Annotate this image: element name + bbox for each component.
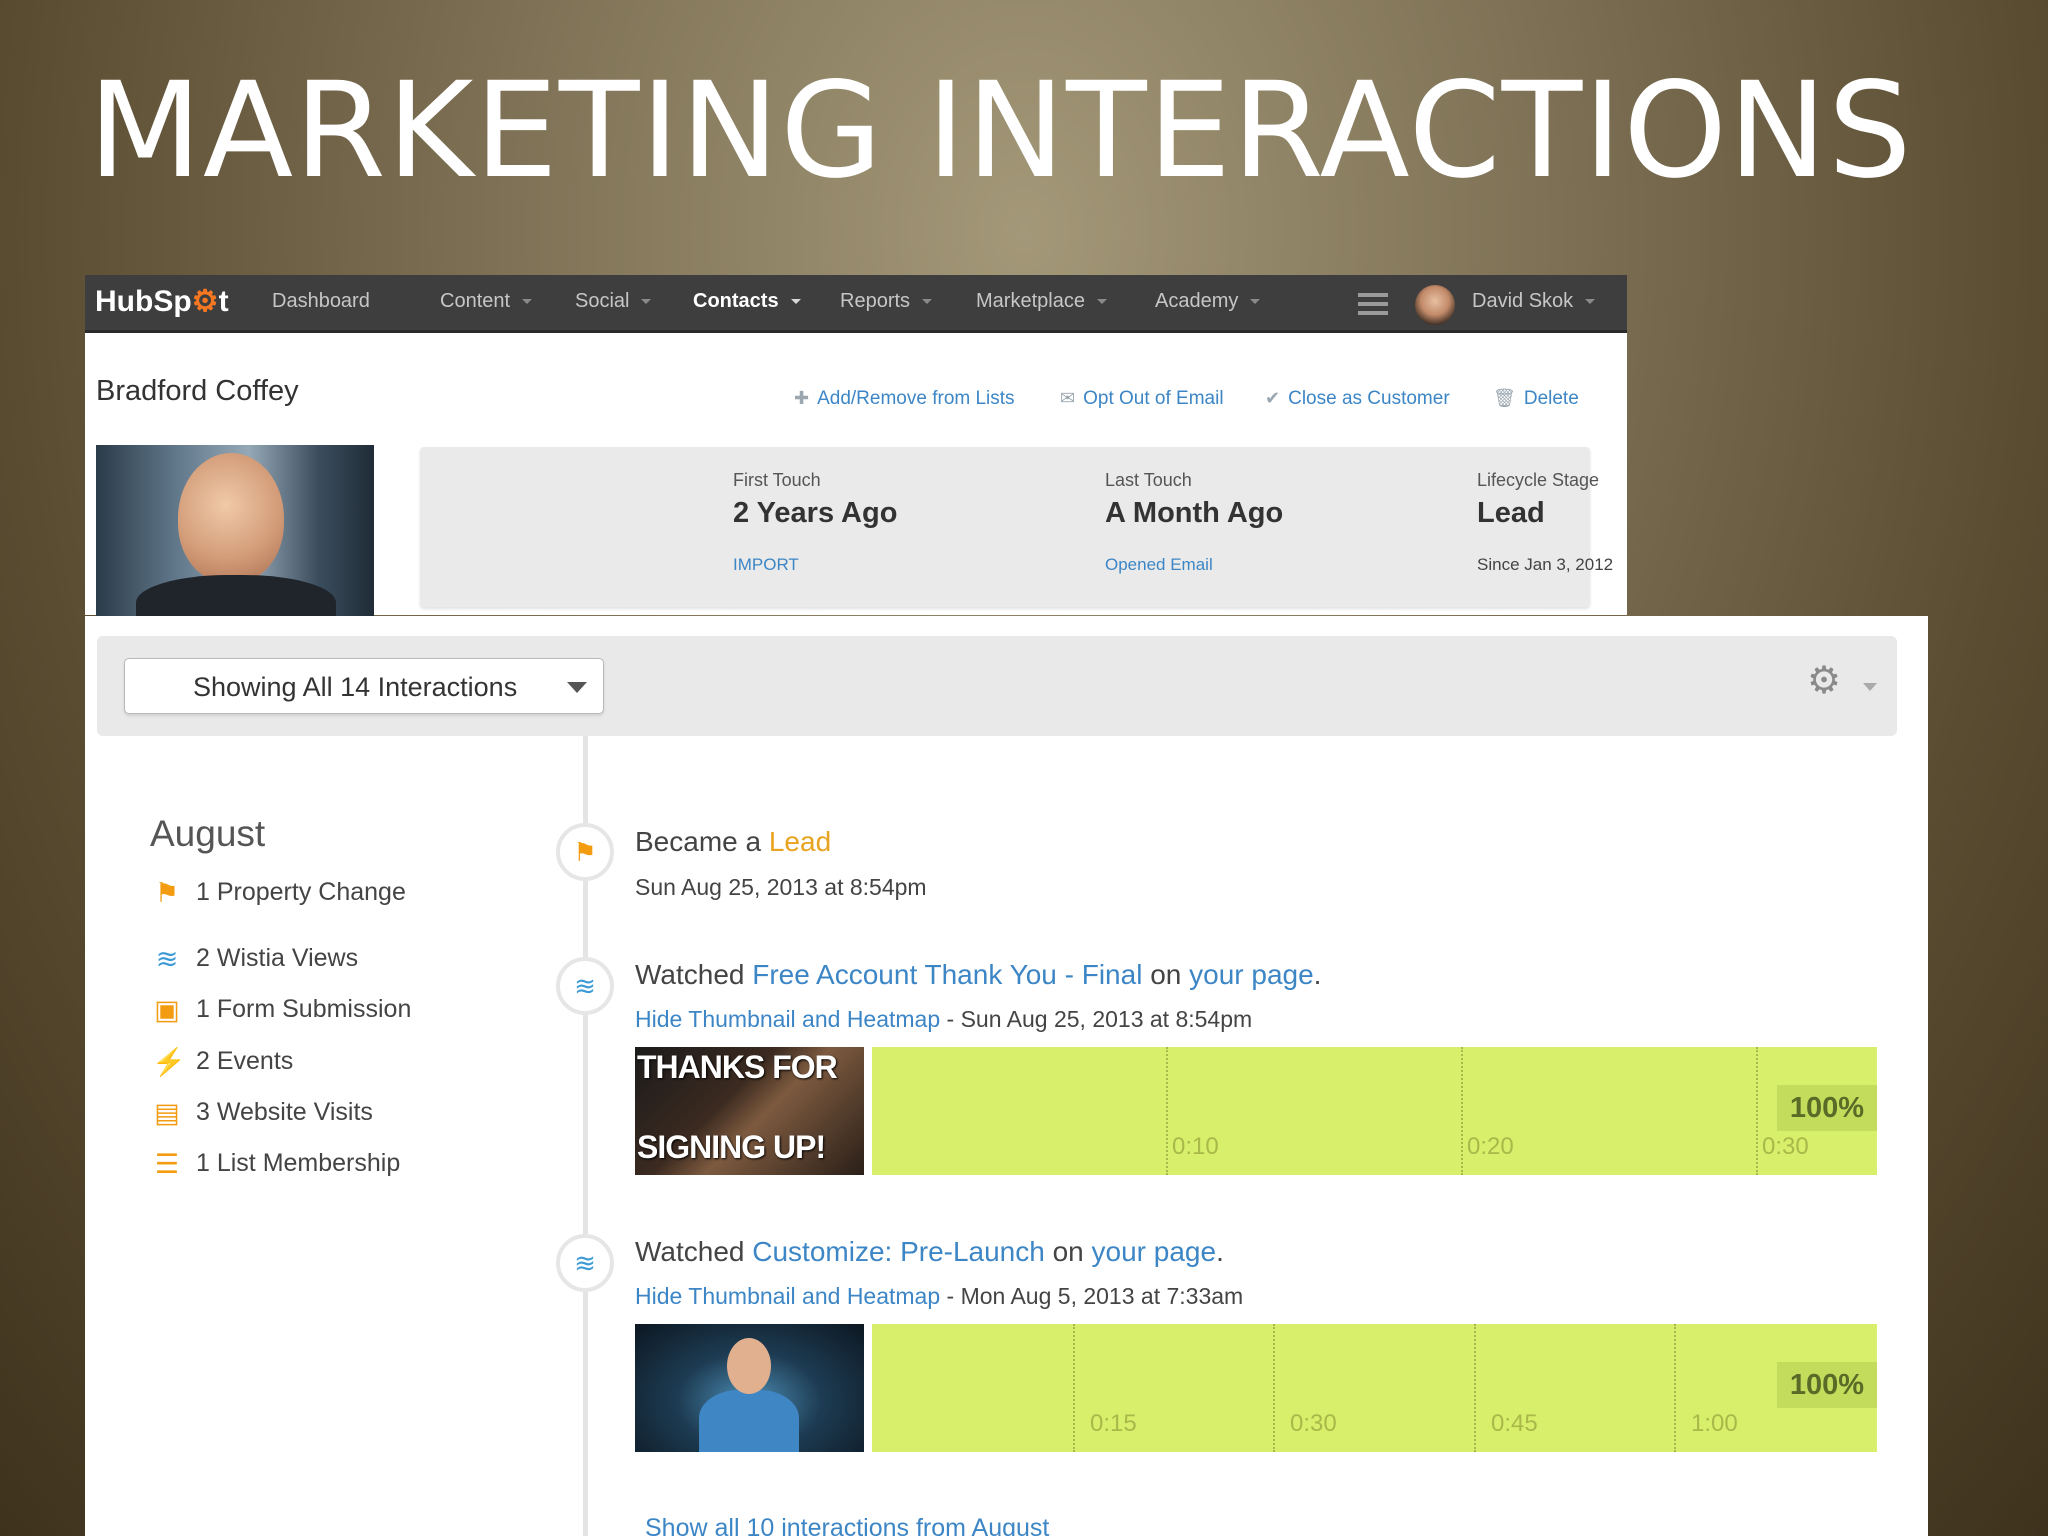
heatmap-tick: 0:45 [1491,1410,1538,1437]
nav-content[interactable]: Content [440,290,533,313]
hide-thumbnail-heatmap-link[interactable]: Hide Thumbnail and Heatmap [635,1283,940,1309]
heatmap-tick: 0:30 [1762,1133,1809,1160]
first-touch-label: First Touch [733,470,821,490]
gear-icon[interactable]: ⚙ [1807,662,1841,700]
last-touch-label: Last Touch [1105,470,1192,490]
browser-icon: ▤ [154,1098,180,1128]
nav-dashboard[interactable]: Dashboard [272,290,370,313]
top-nav-bar: HubSp⚙t Dashboard Content Social Contact… [85,275,1627,333]
heatmap-tick: 0:30 [1290,1410,1337,1437]
wistia-icon: ≋ [155,944,179,974]
nav-academy[interactable]: Academy [1155,290,1261,313]
video-thumbnail[interactable]: THANKS FOR SIGNING UP! [635,1047,864,1175]
nav-social[interactable]: Social [575,290,652,313]
video-heatmap: 0:15 0:30 0:45 1:00 100% [872,1324,1877,1452]
chevron-down-icon [641,299,652,305]
opt-out-email-link[interactable]: ✉ Opt Out of Email [1060,388,1224,410]
contact-name: Bradford Coffey [96,375,299,407]
lifecycle-stage-label: Lifecycle Stage [1477,470,1600,490]
trash-icon: 🗑 [1493,388,1516,408]
chevron-down-icon [922,299,933,305]
lightning-icon: ⚡ [152,1047,186,1077]
chevron-down-icon [1096,299,1107,305]
filter-bar: Showing All 14 Interactions ⚙ [97,636,1897,736]
heatmap-tick: 0:10 [1172,1133,1219,1160]
event-timestamp: Sun Aug 25, 2013 at 8:54pm [635,874,927,900]
add-remove-lists-link[interactable]: ✚ Add/Remove from Lists [794,388,1015,410]
first-touch-value: 2 Years Ago [733,497,898,529]
interactions-panel: Showing All 14 Interactions ⚙ August ⚑ 1… [85,616,1928,1536]
event-timestamp: Hide Thumbnail and Heatmap - Mon Aug 5, … [635,1283,1244,1309]
form-icon: ▣ [154,995,180,1025]
menu-icon[interactable] [1358,293,1388,320]
show-all-interactions-link[interactable]: Show all 10 interactions from August [645,1514,1049,1536]
flag-icon: ⚑ [556,823,614,881]
sprocket-icon: ⚙ [191,285,219,318]
envelope-icon: ✉ [1060,388,1076,408]
chevron-down-icon [1585,299,1596,305]
contact-photo [96,445,374,616]
filter-label: Showing All 14 Interactions [193,672,518,702]
flag-icon: ⚑ [154,878,180,908]
heatmap-tick: 0:15 [1090,1410,1137,1437]
page-link[interactable]: your page [1092,1236,1217,1267]
wistia-icon: ≋ [556,1234,614,1292]
chevron-down-icon [790,299,801,305]
chevron-down-icon [522,299,533,305]
nav-contacts[interactable]: Contacts [693,290,801,313]
video-link[interactable]: Free Account Thank You - Final [752,959,1142,990]
nav-marketplace[interactable]: Marketplace [976,290,1107,313]
heatmap-tick: 1:00 [1691,1410,1738,1437]
page-link[interactable]: your page [1189,959,1314,990]
touch-summary: First Touch 2 Years Ago IMPORT Last Touc… [420,447,1613,607]
watched-percent: 100% [1777,1085,1877,1131]
plus-icon: ✚ [794,388,810,408]
lifecycle-lead-link[interactable]: Lead [769,826,831,857]
last-touch-source-link[interactable]: Opened Email [1105,555,1213,575]
interactions-filter-dropdown[interactable]: Showing All 14 Interactions [124,658,604,714]
event-title: Watched Free Account Thank You - Final o… [635,959,1322,990]
event-timestamp: Hide Thumbnail and Heatmap - Sun Aug 25,… [635,1006,1253,1032]
slide-title: MARKETING INTERACTIONS [88,54,1913,208]
heatmap-tick: 0:20 [1467,1133,1514,1160]
contact-header-panel: HubSp⚙t Dashboard Content Social Contact… [85,275,1627,616]
watched-percent: 100% [1777,1362,1877,1408]
event-title: Watched Customize: Pre-Launch on your pa… [635,1236,1224,1267]
first-touch-source-link[interactable]: IMPORT [733,555,799,575]
user-menu[interactable]: David Skok [1472,290,1596,313]
nav-reports[interactable]: Reports [840,290,933,313]
chevron-down-icon [1250,299,1261,305]
wistia-icon: ≋ [556,957,614,1015]
video-thumbnail[interactable] [635,1324,864,1452]
user-avatar[interactable] [1415,285,1455,325]
video-link[interactable]: Customize: Pre-Launch [752,1236,1045,1267]
hubspot-logo[interactable]: HubSp⚙t [95,284,229,319]
hide-thumbnail-heatmap-link[interactable]: Hide Thumbnail and Heatmap [635,1006,940,1032]
last-touch-value: A Month Ago [1105,497,1284,529]
lifecycle-stage-since: Since Jan 3, 2012 [1477,555,1614,574]
check-icon: ✔ [1265,388,1281,408]
chevron-down-icon [567,682,587,693]
month-heading: August [150,813,266,854]
video-heatmap: 0:10 0:20 0:30 100% [872,1047,1877,1175]
event-title: Became a Lead [635,826,832,857]
lifecycle-stage-value: Lead [1477,497,1545,529]
chevron-down-icon[interactable] [1863,683,1877,691]
delete-link[interactable]: 🗑 Delete [1493,388,1579,410]
close-as-customer-link[interactable]: ✔ Close as Customer [1265,388,1450,410]
list-icon: ☰ [154,1149,180,1179]
